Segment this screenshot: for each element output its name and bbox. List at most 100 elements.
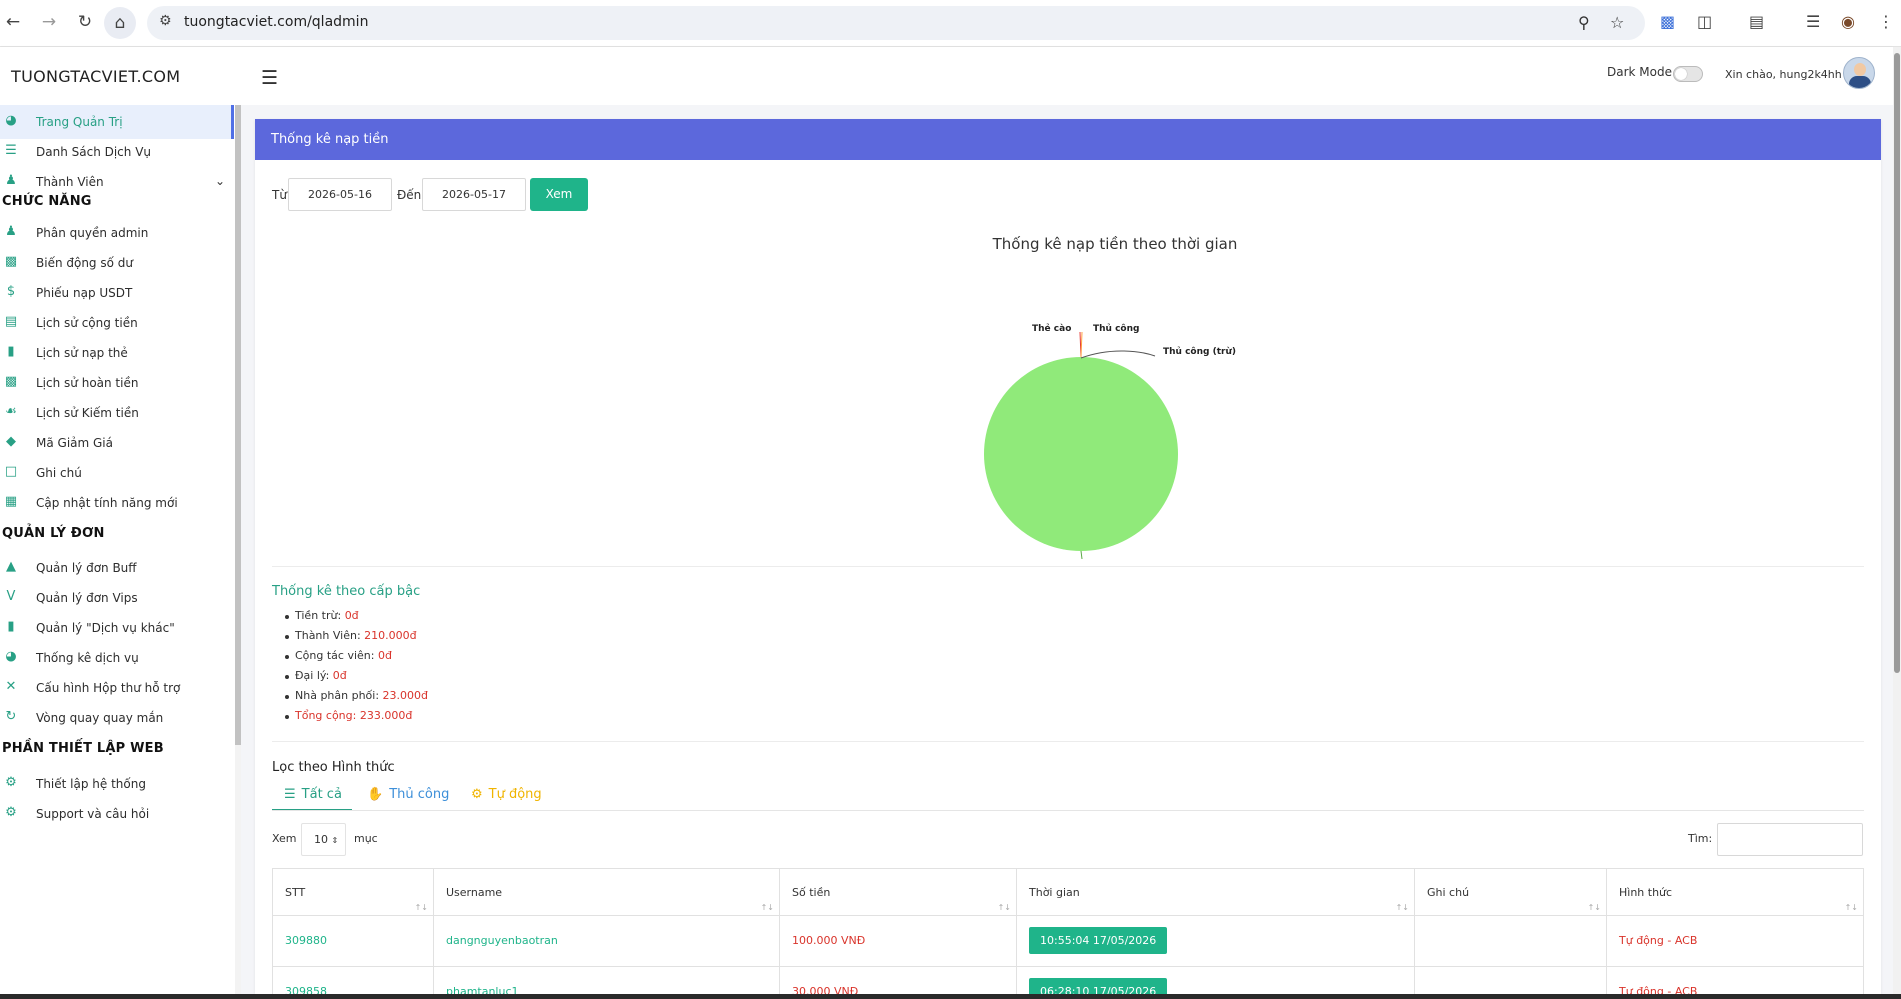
rank-stats-title: Thống kê theo cấp bậc — [272, 584, 421, 599]
show-label: Xem — [272, 832, 297, 845]
chevron-down-icon: ⌄ — [215, 174, 226, 188]
column-label: Số tiền — [792, 886, 831, 899]
cell-username[interactable]: dangnguyenbaotran — [434, 916, 780, 967]
sidebar-item-buff-orders[interactable]: ▲ Quản lý đơn Buff — [0, 551, 234, 585]
rank-value: 233.000đ — [359, 709, 413, 722]
column-header-username[interactable]: Username ↑↓ — [434, 869, 780, 916]
zoom-icon[interactable]: ⚲ — [1578, 13, 1590, 32]
sidebar-item-discount[interactable]: ◆ Mã Giảm Giá — [0, 426, 234, 460]
hand-money-icon: ☙ — [5, 404, 17, 419]
media-control-icon[interactable]: ☰ — [1806, 12, 1820, 31]
list-item-total: Tổng cộng: 233.000đ — [284, 709, 428, 729]
entries-label: mục — [354, 832, 378, 845]
forward-icon[interactable]: → — [38, 11, 60, 33]
gears-icon: ⚙ — [5, 805, 17, 820]
tab-all[interactable]: ☰ Tất cả — [272, 787, 352, 811]
reload-icon[interactable]: ↻ — [74, 11, 96, 33]
menu-toggle-icon[interactable]: ☰ — [261, 67, 278, 89]
extensions-icon[interactable]: ◫ — [1697, 12, 1712, 31]
pie-label: Thẻ cào — [1032, 323, 1071, 334]
app-header: TUONGTACVIET.COM ☰ Dark Mode Xin chào, h… — [0, 47, 1893, 105]
user-greeting[interactable]: Xin chào, hung2k4hh — [1725, 68, 1842, 81]
sidebar-item-admin-roles[interactable]: ♟ Phân quyền admin — [0, 216, 234, 250]
cell-method: Tự động - ACB — [1619, 934, 1698, 947]
card-title: Thống kê nạp tiền — [271, 132, 389, 147]
brand-logo[interactable]: TUONGTACVIET.COM — [11, 67, 180, 86]
cell-time: 10:55:04 17/05/2026 — [1017, 916, 1415, 967]
sidebar-item-updates[interactable]: ▦ Cập nhật tính năng mới — [0, 486, 234, 520]
sidebar-item-other-services[interactable]: ▮ Quản lý "Dịch vụ khác" — [0, 611, 234, 645]
sidebar-item-label: Vòng quay quay mắn — [36, 711, 164, 725]
sidebar-item-notes[interactable]: □ Ghi chú — [0, 456, 234, 490]
toggle-knob — [1675, 68, 1687, 80]
sort-icon: ↑↓ — [997, 903, 1011, 912]
tab-search-icon[interactable]: ▤ — [1749, 12, 1764, 31]
sidebar-item-support-inbox[interactable]: ✕ Cấu hình Hộp thư hỗ trợ — [0, 671, 234, 705]
dollar-icon: $ — [6, 284, 16, 299]
sidebar-item-card-history[interactable]: ▮ Lịch sử nạp thẻ — [0, 336, 234, 370]
sort-icon: ↑↓ — [1587, 903, 1601, 912]
page-scroll-thumb[interactable] — [1894, 53, 1900, 673]
list-icon: ☰ — [284, 787, 296, 802]
rank-key: Tổng cộng: — [295, 709, 360, 722]
page-size-select[interactable]: 10 ⇕ — [301, 823, 346, 856]
translate-icon[interactable]: ▩ — [1660, 12, 1675, 31]
tag-icon: ◆ — [6, 434, 16, 449]
section-web-settings: PHẦN THIẾT LẬP WEB — [2, 741, 164, 756]
address-bar[interactable]: ⚙ tuongtacviet.com/qladmin ⚲ ☆ — [147, 6, 1645, 40]
column-header-amount[interactable]: Số tiền ↑↓ — [780, 869, 1017, 916]
sidebar-item-label: Danh Sách Dịch Vụ — [36, 145, 152, 159]
sidebar-item-vip-orders[interactable]: V Quản lý đơn Vips — [0, 581, 234, 615]
sidebar-item-balance-changes[interactable]: ▩ Biến động số dư — [0, 246, 234, 280]
search-input[interactable] — [1717, 823, 1863, 856]
page-scrollbar[interactable] — [1893, 47, 1901, 994]
sidebar-item-label: Thiết lập hệ thống — [36, 777, 146, 791]
column-header-time[interactable]: Thời gian ↑↓ — [1017, 869, 1415, 916]
back-icon[interactable]: ← — [2, 11, 24, 33]
column-header-stt[interactable]: STT ↑↓ — [273, 869, 434, 916]
bookmark-star-icon[interactable]: ☆ — [1610, 13, 1624, 32]
sidebar-item-credit-history[interactable]: ▤ Lịch sử cộng tiền — [0, 306, 234, 340]
tab-manual[interactable]: ✋ Thủ công — [367, 787, 449, 811]
site-settings-icon[interactable]: ⚙ — [159, 13, 172, 29]
sidebar-item-earn-history[interactable]: ☙ Lịch sử Kiếm tiền — [0, 396, 234, 430]
sidebar-item-lucky-wheel[interactable]: ↻ Vòng quay quay mắn — [0, 701, 234, 735]
sidebar-item-services[interactable]: ☰ Danh Sách Dịch Vụ — [0, 135, 234, 169]
dark-mode-toggle[interactable] — [1673, 66, 1703, 82]
sidebar-item-system-settings[interactable]: ⚙ Thiết lập hệ thống — [0, 767, 234, 801]
sidebar-item-service-stats[interactable]: ◕ Thống kê dịch vụ — [0, 641, 234, 675]
rank-value: 0đ — [377, 649, 392, 662]
dashboard-icon: ◕ — [5, 113, 17, 128]
rank-value: 0đ — [344, 609, 359, 622]
column-header-note[interactable]: Ghi chú ↑↓ — [1415, 869, 1607, 916]
pie-label: Thủ công (trừ) — [1163, 346, 1236, 357]
sidebar-item-label: Phân quyền admin — [36, 226, 149, 240]
avatar-head — [1854, 63, 1866, 76]
chart-title: Thống kê nạp tiền theo thời gian — [992, 235, 1238, 253]
avatar[interactable] — [1843, 57, 1875, 89]
from-date-input[interactable]: 2026-05-16 — [288, 178, 392, 211]
dashboard-icon: ◕ — [5, 649, 17, 664]
home-icon[interactable]: ⌂ — [104, 7, 136, 39]
pie-leader-line — [1080, 550, 1083, 559]
url-text[interactable]: tuongtacviet.com/qladmin — [184, 14, 368, 30]
sidebar-item-dashboard[interactable]: ◕ Trang Quản Trị — [0, 105, 234, 139]
view-button[interactable]: Xem — [530, 178, 588, 211]
divider — [272, 741, 1864, 742]
column-header-method[interactable]: Hình thức ↑↓ — [1607, 869, 1863, 916]
sidebar-item-support-faq[interactable]: ⚙ Support và câu hỏi — [0, 797, 234, 831]
sidebar-item-usdt[interactable]: $ Phiếu nạp USDT — [0, 276, 234, 310]
to-date-input[interactable]: 2026-05-17 — [422, 178, 526, 211]
sort-icon: ↑↓ — [760, 903, 774, 912]
tab-auto[interactable]: ⚙ Tự động — [471, 787, 542, 811]
sidebar-item-refund-history[interactable]: ▩ Lịch sử hoàn tiền — [0, 366, 234, 400]
sidebar-item-label: Thống kê dịch vụ — [36, 651, 139, 665]
profile-icon[interactable]: ◉ — [1841, 12, 1855, 31]
users-icon: ♟ — [5, 224, 17, 239]
pie-slice[interactable] — [984, 357, 1178, 551]
browser-menu-icon[interactable]: ⋮ — [1878, 12, 1894, 31]
rank-stats-list: Tiền trừ: 0đ Thành Viên: 210.000đ Cộng t… — [284, 609, 428, 729]
book-icon: ▮ — [7, 619, 15, 634]
section-features: CHỨC NĂNG — [2, 194, 92, 209]
sidebar-item-label: Biến động số dư — [36, 256, 133, 270]
